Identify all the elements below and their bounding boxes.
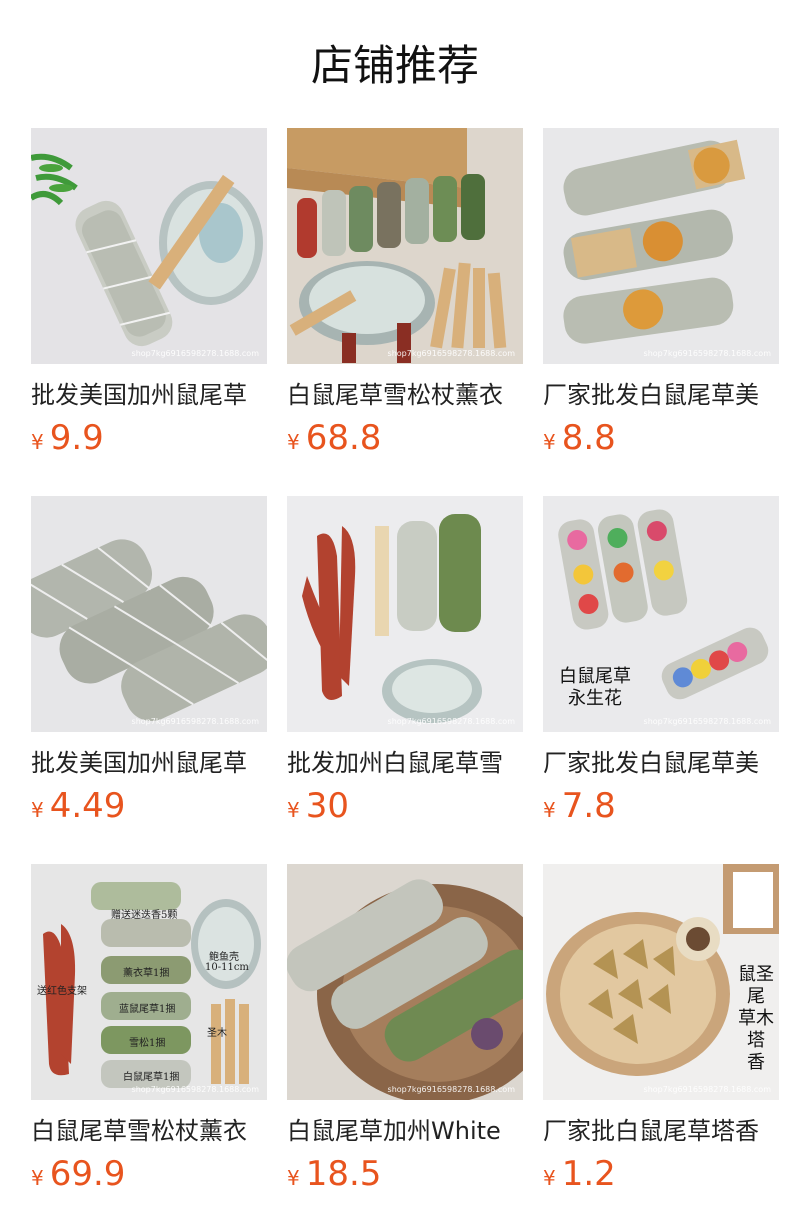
product-image[interactable]: 鼠圣 尾 草木 塔 香 shop7kg6916598278.1688.com	[543, 864, 779, 1100]
product-price: ¥1.2	[543, 1152, 779, 1202]
product-price: ¥18.5	[287, 1152, 523, 1202]
image-overlay-text: 白鼠尾草 永生花	[559, 666, 631, 709]
image-overlay-text: 白鼠尾草1捆	[123, 1072, 180, 1083]
product-price: ¥68.8	[287, 416, 523, 466]
page-title: 店铺推荐	[310, 41, 479, 90]
product-price: ¥30	[287, 784, 523, 834]
currency-symbol: ¥	[31, 430, 44, 454]
product-image[interactable]: shop7kg6916598278.1688.com	[31, 496, 267, 732]
price-value: 69.9	[49, 1154, 126, 1194]
product-card[interactable]: shop7kg6916598278.1688.com 批发美国加州鼠尾草 ¥4.…	[31, 496, 267, 826]
price-value: 7.8	[561, 786, 616, 826]
product-card[interactable]: 鼠圣 尾 草木 塔 香 shop7kg6916598278.1688.com 厂…	[543, 864, 779, 1194]
image-overlay-text: 薰衣草1捆	[123, 968, 170, 979]
product-price: ¥9.9	[31, 416, 267, 466]
product-name[interactable]: 批发美国加州鼠尾草	[31, 746, 267, 780]
price-value: 30	[305, 786, 349, 826]
product-image[interactable]: shop7kg6916598278.1688.com	[287, 128, 523, 364]
image-overlay-text: 雪松1捆	[129, 1038, 166, 1049]
product-name[interactable]: 厂家批发白鼠尾草美	[543, 378, 779, 412]
currency-symbol: ¥	[287, 798, 300, 822]
product-card[interactable]: shop7kg6916598278.1688.com 批发加州白鼠尾草雪 ¥30	[287, 496, 523, 826]
product-image[interactable]: shop7kg6916598278.1688.com	[287, 496, 523, 732]
product-name[interactable]: 白鼠尾草雪松杖薰衣	[287, 378, 523, 412]
product-card[interactable]: shop7kg6916598278.1688.com 批发美国加州鼠尾草 ¥9.…	[31, 128, 267, 458]
image-overlay-text: 鼠圣 尾 草木 塔 香	[738, 964, 774, 1073]
product-name[interactable]: 白鼠尾草雪松杖薰衣	[31, 1114, 267, 1148]
currency-symbol: ¥	[31, 798, 44, 822]
product-name[interactable]: 批发美国加州鼠尾草	[31, 378, 267, 412]
product-name[interactable]: 厂家批发白鼠尾草美	[543, 746, 779, 780]
product-name[interactable]: 厂家批白鼠尾草塔香	[543, 1114, 779, 1148]
currency-symbol: ¥	[31, 1166, 44, 1190]
product-price: ¥4.49	[31, 784, 267, 834]
currency-symbol: ¥	[543, 430, 556, 454]
product-name[interactable]: 批发加州白鼠尾草雪	[287, 746, 523, 780]
product-price: ¥7.8	[543, 784, 779, 834]
image-overlay-text: 圣木	[207, 1028, 227, 1039]
image-overlay-text: 鲍鱼壳	[209, 952, 239, 963]
product-price: ¥8.8	[543, 416, 779, 466]
price-value: 4.49	[49, 786, 126, 826]
price-value: 9.9	[49, 418, 104, 458]
product-image[interactable]: 赠送迷迭香5颗 鲍鱼壳 10-11cm 送红色支架 薰衣草1捆 蓝鼠尾草1捆 雪…	[31, 864, 267, 1100]
product-card[interactable]: 白鼠尾草 永生花 shop7kg6916598278.1688.com 厂家批发…	[543, 496, 779, 826]
currency-symbol: ¥	[287, 430, 300, 454]
product-image[interactable]: shop7kg6916598278.1688.com	[31, 128, 267, 364]
currency-symbol: ¥	[543, 798, 556, 822]
price-value: 68.8	[305, 418, 382, 458]
image-overlay-text: 蓝鼠尾草1捆	[119, 1004, 176, 1015]
currency-symbol: ¥	[287, 1166, 300, 1190]
image-overlay-text: 送红色支架	[37, 986, 87, 997]
price-value: 1.2	[561, 1154, 616, 1194]
product-image[interactable]: 白鼠尾草 永生花 shop7kg6916598278.1688.com	[543, 496, 779, 732]
product-card[interactable]: 赠送迷迭香5颗 鲍鱼壳 10-11cm 送红色支架 薰衣草1捆 蓝鼠尾草1捆 雪…	[31, 864, 267, 1194]
price-value: 8.8	[561, 418, 616, 458]
product-price: ¥69.9	[31, 1152, 267, 1202]
product-card[interactable]: shop7kg6916598278.1688.com 白鼠尾草加州White ¥…	[287, 864, 523, 1194]
product-image[interactable]: shop7kg6916598278.1688.com	[287, 864, 523, 1100]
product-card[interactable]: shop7kg6916598278.1688.com 白鼠尾草雪松杖薰衣 ¥68…	[287, 128, 523, 458]
price-value: 18.5	[305, 1154, 382, 1194]
product-name[interactable]: 白鼠尾草加州White	[287, 1114, 523, 1148]
currency-symbol: ¥	[543, 1166, 556, 1190]
image-overlay-text: 赠送迷迭香5颗	[111, 910, 178, 921]
image-overlay-text: 10-11cm	[205, 962, 249, 973]
product-image[interactable]: shop7kg6916598278.1688.com	[543, 128, 779, 364]
product-card[interactable]: shop7kg6916598278.1688.com 厂家批发白鼠尾草美 ¥8.…	[543, 128, 779, 458]
